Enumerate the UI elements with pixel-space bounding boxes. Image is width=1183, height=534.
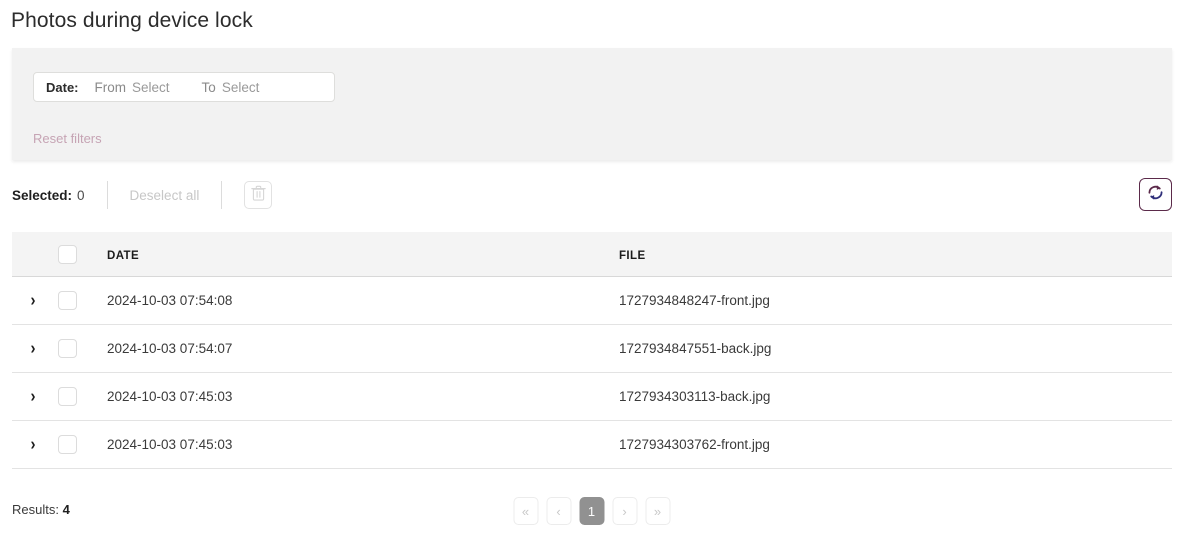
row-expand-cell[interactable]: ›: [12, 436, 48, 453]
row-checkbox[interactable]: [58, 435, 77, 454]
date-from-group[interactable]: From Select: [95, 80, 170, 95]
filter-panel: Date: From Select To Select Reset filter…: [12, 48, 1172, 160]
column-header-file: FILE: [619, 249, 646, 262]
results-count: 4: [62, 502, 70, 517]
date-filter-input[interactable]: Date: From Select To Select: [33, 72, 335, 102]
deselect-all-button[interactable]: Deselect all: [130, 188, 200, 203]
pagination-prev-button[interactable]: ‹: [546, 497, 571, 525]
page-root: Photos during device lock Date: From Sel…: [0, 0, 1183, 534]
row-checkbox-cell[interactable]: [48, 435, 94, 454]
date-to-value[interactable]: Select: [222, 80, 260, 95]
header-file-cell[interactable]: FILE: [606, 247, 1172, 262]
date-from-value[interactable]: Select: [132, 80, 170, 95]
page-title: Photos during device lock: [11, 9, 253, 32]
header-date-cell[interactable]: DATE: [94, 247, 606, 262]
refresh-icon: [1146, 183, 1165, 207]
toolbar-left-group: Selected: 0 Deselect all: [12, 172, 273, 218]
row-checkbox[interactable]: [58, 339, 77, 358]
pagination-next-button[interactable]: ›: [612, 497, 637, 525]
chevron-right-icon[interactable]: ›: [31, 292, 36, 309]
chevron-right-icon[interactable]: ›: [31, 436, 36, 453]
date-from-label: From: [94, 79, 127, 95]
row-file: 1727934848247-front.jpg: [619, 293, 770, 308]
row-date: 2024-10-03 07:45:03: [107, 389, 233, 404]
chevron-right-icon[interactable]: ›: [31, 340, 36, 357]
toolbar-divider-2: [221, 181, 223, 209]
results-label: Results:: [12, 502, 59, 517]
selected-info: Selected: 0: [12, 188, 85, 203]
table-footer: Results: 4 « ‹ 1 › »: [0, 492, 1183, 534]
selected-label: Selected:: [12, 187, 73, 203]
row-file: 1727934847551-back.jpg: [619, 341, 772, 356]
results-table: DATE FILE › 2024-10-03 07:54:08 17279348…: [12, 232, 1172, 469]
row-checkbox-cell[interactable]: [48, 387, 94, 406]
row-checkbox-cell[interactable]: [48, 291, 94, 310]
row-expand-cell[interactable]: ›: [12, 388, 48, 405]
trash-icon: [251, 185, 266, 206]
row-checkbox[interactable]: [58, 387, 77, 406]
date-filter-label: Date:: [46, 79, 79, 95]
row-expand-cell[interactable]: ›: [12, 292, 48, 309]
row-date: 2024-10-03 07:45:03: [107, 437, 233, 452]
header-checkbox-cell[interactable]: [48, 244, 94, 264]
row-file: 1727934303762-front.jpg: [619, 437, 770, 452]
reset-filters-link[interactable]: Reset filters: [33, 131, 102, 146]
refresh-button[interactable]: [1139, 178, 1172, 211]
row-file: 1727934303113-back.jpg: [619, 389, 771, 404]
toolbar-divider-1: [106, 181, 108, 209]
table-row[interactable]: › 2024-10-03 07:45:03 1727934303113-back…: [12, 373, 1172, 421]
results-summary: Results: 4: [12, 502, 70, 517]
row-expand-cell[interactable]: ›: [12, 340, 48, 357]
table-row[interactable]: › 2024-10-03 07:45:03 1727934303762-fron…: [12, 421, 1172, 469]
pagination-last-button[interactable]: »: [645, 497, 670, 525]
table-row[interactable]: › 2024-10-03 07:54:07 1727934847551-back…: [12, 325, 1172, 373]
selected-count: 0: [77, 187, 85, 203]
table-row[interactable]: › 2024-10-03 07:54:08 1727934848247-fron…: [12, 277, 1172, 325]
table-header-row: DATE FILE: [12, 232, 1172, 277]
pagination-page-1-button[interactable]: 1: [579, 497, 604, 525]
pagination: « ‹ 1 › »: [513, 497, 670, 525]
row-date: 2024-10-03 07:54:07: [107, 341, 233, 356]
row-checkbox[interactable]: [58, 291, 77, 310]
date-to-group[interactable]: To Select: [202, 80, 260, 95]
delete-button[interactable]: [244, 181, 273, 209]
row-date: 2024-10-03 07:54:08: [107, 293, 233, 308]
chevron-right-icon[interactable]: ›: [31, 388, 36, 405]
row-checkbox-cell[interactable]: [48, 339, 94, 358]
column-header-date: DATE: [107, 249, 140, 262]
action-toolbar: Selected: 0 Deselect all: [0, 172, 1183, 218]
select-all-checkbox[interactable]: [58, 244, 77, 264]
date-to-label: To: [201, 79, 216, 95]
pagination-first-button[interactable]: «: [513, 497, 538, 525]
